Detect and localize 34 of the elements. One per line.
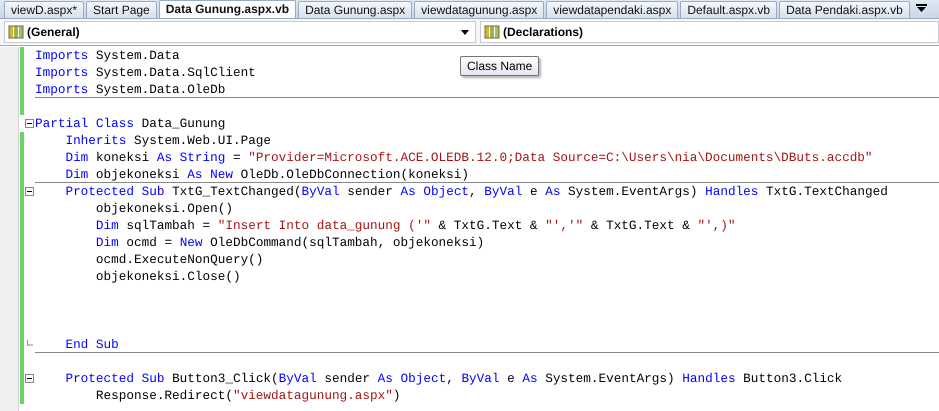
code-line: End Sub [64, 337, 119, 352]
tab-overflow-icon[interactable] [916, 4, 927, 13]
code-line: Dim objekoneksi As New OleDb.OleDbConnection(koneksi) [64, 167, 470, 182]
code-line: objekoneksi.Close() [94, 269, 241, 284]
file-tab[interactable]: Data Gunung.aspx.vb [158, 0, 296, 18]
member-dropdown[interactable]: (Declarations) [480, 21, 939, 43]
code-line: Protected Sub Button3_Click(ByVal sender As Object, ByVal e As System.EventArgs) Handles Button3.Click [64, 371, 842, 386]
class-icon [8, 25, 24, 39]
tooltip: Class Name [460, 56, 540, 76]
code-line: Dim ocmd = New OleDbCommand(sqlTambah, objekoneksi) [94, 235, 484, 250]
code-line: Imports System.Data.SqlClient [35, 65, 256, 80]
collapse-icon[interactable] [25, 119, 34, 128]
collapse-icon[interactable] [25, 374, 34, 383]
code-line: ocmd.ExecuteNonQuery() [94, 252, 264, 267]
code-line: objekoneksi.Open() [94, 201, 233, 216]
file-tab[interactable]: viewdatapendaki.aspx [546, 1, 678, 18]
code-line: Protected Sub TxtG_TextChanged(ByVal sender As Object, ByVal e As System.EventArgs) Handles TxtG.TextChanged [64, 184, 888, 199]
code-line: Imports System.Data [35, 48, 180, 63]
code-line: Inherits System.Web.UI.Page [64, 133, 272, 148]
class-dropdown[interactable]: (General) [4, 21, 476, 43]
file-tab[interactable]: Data Pendaki.aspx.vb [779, 1, 910, 18]
collapse-icon[interactable] [25, 187, 34, 196]
code-line: Dim koneksi As String = "Provider=Microsoft.ACE.OLEDB.12.0;Data Source=C:\Users\nia\Documents\DButs.accdb" [64, 150, 873, 165]
class-icon [484, 25, 500, 39]
code-line: Imports System.Data.OleDb [35, 82, 226, 97]
file-tab[interactable]: Data Gunung.aspx [298, 1, 412, 18]
code-line: Dim sqlTambah = "Insert Into data_gunung ('" & TxtG.Text & "','" & TxtG.Text & "',)" [94, 218, 736, 233]
file-tab[interactable]: Default.aspx.vb [680, 1, 778, 18]
dropdown-arrow-icon [461, 30, 469, 34]
file-tab[interactable]: viewdatagunung.aspx [414, 1, 544, 18]
code-line: Response.Redirect("viewdatagunung.aspx") [94, 388, 400, 403]
file-tab[interactable]: Start Page [86, 1, 157, 18]
code-line: Partial Class Data_Gunung [35, 116, 226, 131]
file-tab[interactable]: viewD.aspx* [4, 1, 84, 18]
